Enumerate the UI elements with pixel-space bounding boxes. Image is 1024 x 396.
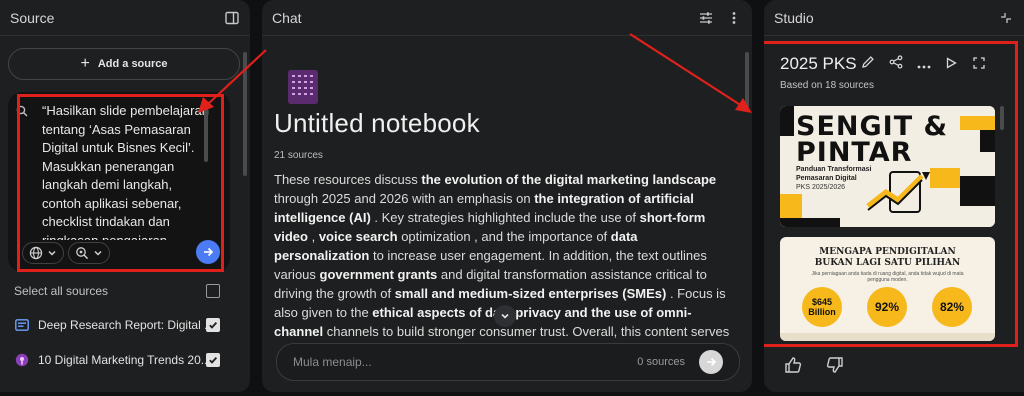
annotation-arrows [198,33,752,113]
notebook-app: Source + Add a source “Hasilkan slide pe… [0,0,1024,396]
